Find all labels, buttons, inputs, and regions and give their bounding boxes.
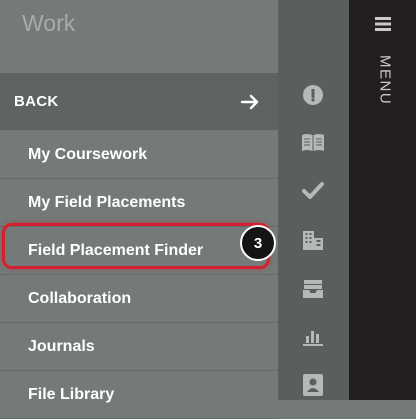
arrow-right-icon [240,94,259,109]
check-icon[interactable] [300,178,326,204]
inbox-icon[interactable] [300,276,326,302]
back-button[interactable]: BACK [0,73,278,130]
chart-icon[interactable] [300,323,326,349]
nav-item-label: File Library [28,385,115,403]
hamburger-icon[interactable] [375,17,391,31]
nav-item-label: My Field Placements [28,193,186,211]
nav-item-my-field-placements[interactable]: My Field Placements [0,179,278,227]
nav-item-collaboration[interactable]: Collaboration [0,275,278,323]
nav-item-journals[interactable]: Journals [0,323,278,371]
dashboard-icon[interactable] [300,82,326,108]
nav-item-label: Field Placement Finder [28,241,204,259]
nav-list: My Coursework My Field Placements Field … [0,131,278,419]
panel-title: Work [22,10,76,36]
menu-label[interactable]: MENU [374,50,396,110]
nav-item-label: My Coursework [28,145,148,163]
step-badge: 3 [240,225,276,261]
nav-item-label: Collaboration [28,289,132,307]
nav-item-my-coursework[interactable]: My Coursework [0,131,278,179]
icon-rail [278,0,349,400]
profile-icon[interactable] [300,372,326,398]
nav-item-file-library[interactable]: File Library [0,371,278,419]
nav-item-field-placement-finder[interactable]: Field Placement Finder 3 [0,223,278,275]
back-label: BACK [14,93,59,110]
building-icon[interactable] [300,227,326,253]
nav-item-label: Journals [28,337,95,355]
navigation-panel: Work BACK My Coursework My Field Placeme… [0,0,278,419]
book-icon[interactable] [300,130,326,156]
menu-bar: MENU [349,0,416,400]
